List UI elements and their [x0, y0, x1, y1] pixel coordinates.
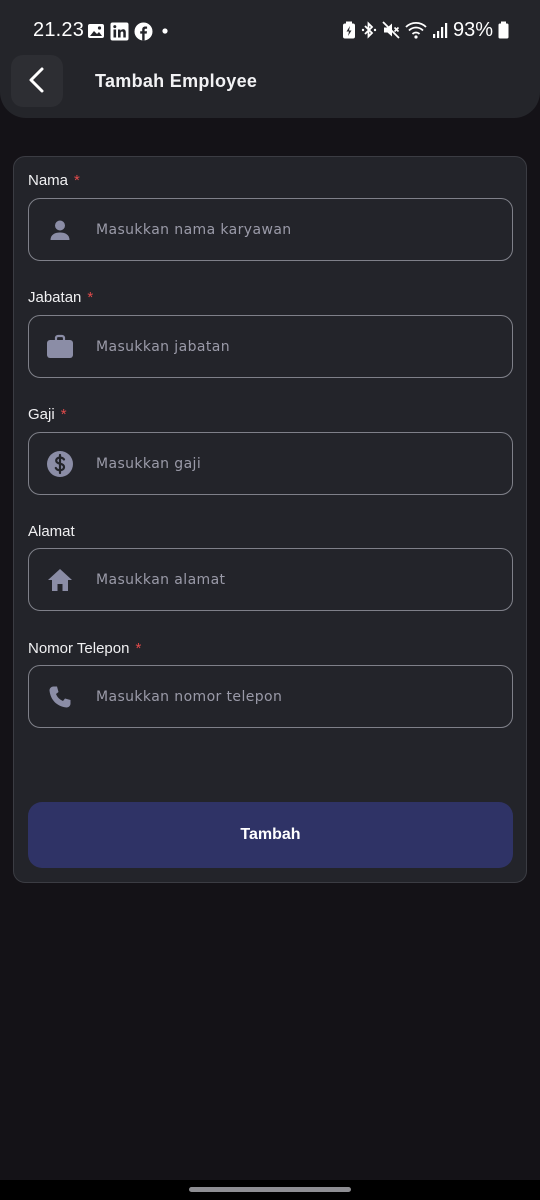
system-nav-bar — [0, 1180, 540, 1200]
home-icon — [46, 566, 74, 594]
jabatan-input[interactable] — [96, 316, 496, 377]
battery-saver-icon — [342, 21, 356, 39]
signal-icon — [432, 21, 448, 39]
nama-field[interactable] — [28, 198, 513, 261]
page-title: Tambah Employee — [95, 71, 258, 91]
field-label-gaji: Gaji * — [28, 406, 67, 423]
gallery-icon — [87, 22, 105, 40]
required-marker: * — [135, 640, 142, 657]
app-bar: 21.23 93% Tambah Employee — [0, 0, 540, 118]
field-label-nama: Nama * — [28, 172, 80, 189]
field-label-jabatan: Jabatan * — [28, 289, 94, 306]
alamat-input[interactable] — [96, 549, 496, 610]
chevron-left-icon — [26, 66, 48, 97]
alamat-field[interactable] — [28, 548, 513, 611]
facebook-icon — [134, 22, 153, 41]
required-marker: * — [74, 172, 80, 189]
submit-button[interactable]: Tambah — [28, 802, 513, 868]
required-marker: * — [60, 406, 67, 423]
field-label-alamat: Alamat — [28, 523, 75, 540]
status-bar: 21.23 93% — [0, 0, 540, 60]
linkedin-icon — [110, 22, 129, 41]
nomor-telepon-input[interactable] — [96, 666, 496, 727]
wifi-icon — [405, 21, 427, 39]
bluetooth-icon — [361, 21, 377, 39]
form-card: Nama* Jabatan* Gaji* Alamat Nomor Telepo… — [13, 156, 527, 883]
phone-icon — [46, 683, 74, 711]
status-time: 21.23 — [33, 19, 85, 41]
required-marker: * — [87, 289, 94, 306]
person-icon — [46, 216, 74, 244]
battery-icon — [498, 21, 509, 39]
nomor-telepon-field[interactable] — [28, 665, 513, 728]
dot-icon — [158, 26, 172, 36]
back-button[interactable] — [11, 55, 63, 107]
jabatan-field[interactable] — [28, 315, 513, 378]
battery-percent: 93% — [452, 18, 493, 41]
gaji-input[interactable] — [96, 433, 496, 494]
briefcase-icon — [46, 333, 74, 361]
home-gesture-handle[interactable] — [189, 1187, 351, 1192]
nama-input[interactable] — [96, 199, 496, 260]
mute-icon — [382, 21, 400, 39]
dollar-icon — [46, 450, 74, 478]
field-label-nomor-telepon: Nomor Telepon * — [28, 640, 142, 657]
gaji-field[interactable] — [28, 432, 513, 495]
